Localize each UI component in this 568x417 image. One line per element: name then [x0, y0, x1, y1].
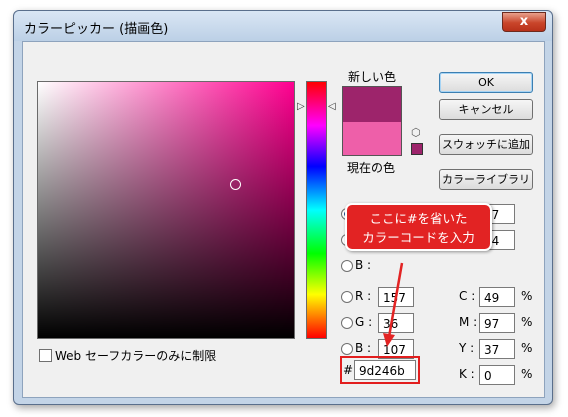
callout-line-2: カラーコードを入力 [362, 230, 475, 245]
callout-line-1: ここに#を省いた [369, 211, 468, 226]
annotation-callout: ここに#を省いた カラーコードを入力 [345, 203, 492, 251]
